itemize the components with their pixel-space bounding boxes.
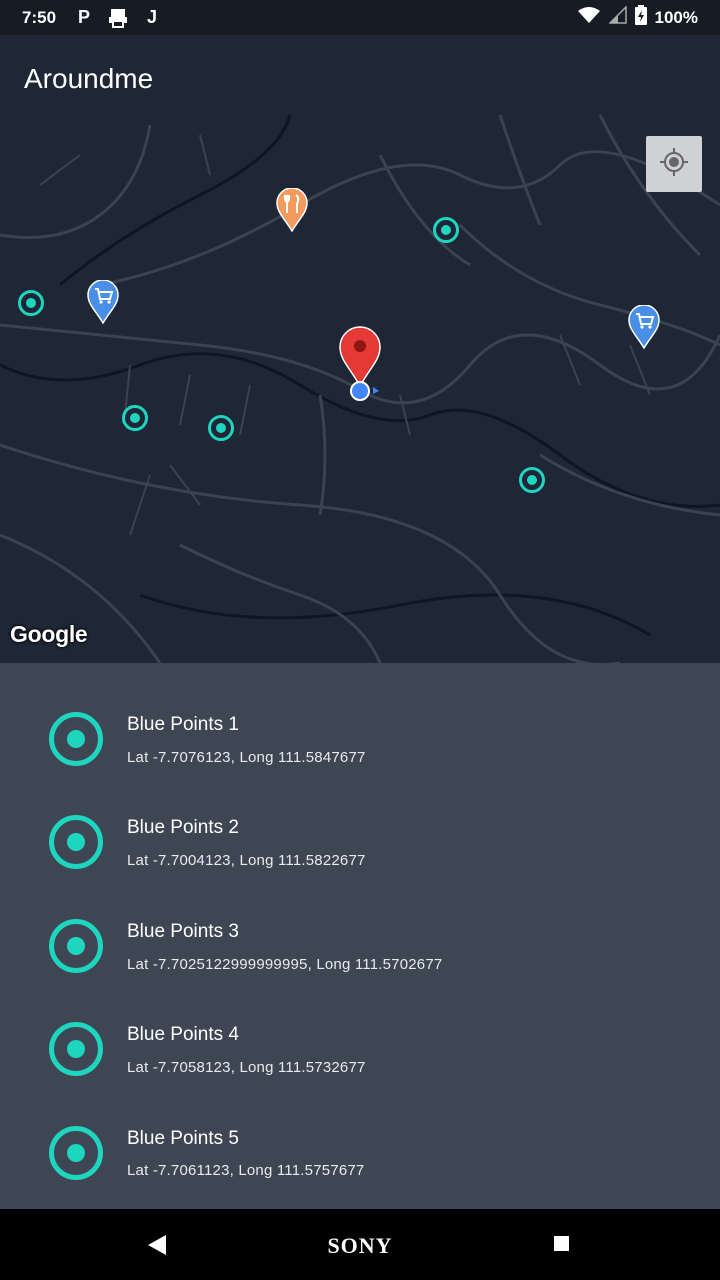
- item-title: Blue Points 1: [127, 714, 239, 735]
- item-coords: Lat -7.7025122999999995, Long 111.570267…: [127, 956, 443, 973]
- shop-pin-marker[interactable]: [87, 279, 119, 329]
- navigation-bar: SONY: [0, 1209, 720, 1280]
- item-title: Blue Points 5: [127, 1128, 239, 1149]
- blue-point-marker[interactable]: [519, 467, 545, 493]
- item-coords: Lat -7.7076123, Long 111.5847677: [127, 749, 366, 766]
- printer-icon: [108, 8, 128, 28]
- list-item[interactable]: Blue Points 2 Lat -7.7004123, Long 111.5…: [0, 766, 720, 869]
- item-title: Blue Points 2: [127, 817, 239, 838]
- list-item[interactable]: Blue Points 4 Lat -7.7058123, Long 111.5…: [0, 973, 720, 1076]
- list-item[interactable]: Blue Points 1 Lat -7.7076123, Long 111.5…: [0, 663, 720, 766]
- app-title: Aroundme: [24, 63, 154, 94]
- item-coords: Lat -7.7058123, Long 111.5732677: [127, 1059, 366, 1076]
- my-location-icon: [659, 147, 689, 182]
- blue-point-marker[interactable]: [122, 405, 148, 431]
- item-title: Blue Points 3: [127, 921, 239, 942]
- blue-point-marker[interactable]: [18, 290, 44, 316]
- p-icon: P: [78, 7, 91, 27]
- blue-point-marker[interactable]: [208, 415, 234, 441]
- map-view[interactable]: Aroundme Google: [0, 35, 720, 663]
- restaurant-pin-marker[interactable]: [276, 187, 308, 237]
- blue-point-icon: [49, 1126, 103, 1180]
- shop-pin-marker[interactable]: [628, 304, 660, 354]
- status-time: 7:50: [22, 7, 57, 27]
- blue-point-icon: [49, 712, 103, 766]
- blue-point-marker[interactable]: [433, 217, 459, 243]
- item-title: Blue Points 4: [127, 1024, 239, 1045]
- item-coords: Lat -7.7004123, Long 111.5822677: [127, 852, 366, 869]
- item-coords: Lat -7.7061123, Long 111.5757677: [127, 1162, 365, 1179]
- google-logo: Google: [10, 621, 88, 647]
- my-location-button[interactable]: [646, 136, 702, 192]
- blue-point-icon: [49, 919, 103, 973]
- signal-icon: [607, 5, 627, 29]
- my-location-dot: [350, 380, 382, 407]
- battery-level: 100%: [654, 7, 698, 27]
- brand-logo: SONY: [327, 1233, 393, 1258]
- wifi-icon: [577, 6, 601, 29]
- list-item[interactable]: Blue Points 5 Lat -7.7061123, Long 111.5…: [0, 1076, 720, 1180]
- battery-icon: [634, 5, 647, 30]
- list-item[interactable]: Blue Points 3 Lat -7.7025122999999995, L…: [0, 869, 720, 973]
- blue-point-icon: [49, 1022, 103, 1076]
- status-bar: 7:50 P J 100%: [0, 0, 720, 35]
- j-icon: J: [147, 7, 158, 27]
- blue-points-list: Blue Points 1 Lat -7.7076123, Long 111.5…: [0, 663, 720, 1209]
- recents-square-icon[interactable]: [554, 1236, 569, 1251]
- blue-point-icon: [49, 815, 103, 869]
